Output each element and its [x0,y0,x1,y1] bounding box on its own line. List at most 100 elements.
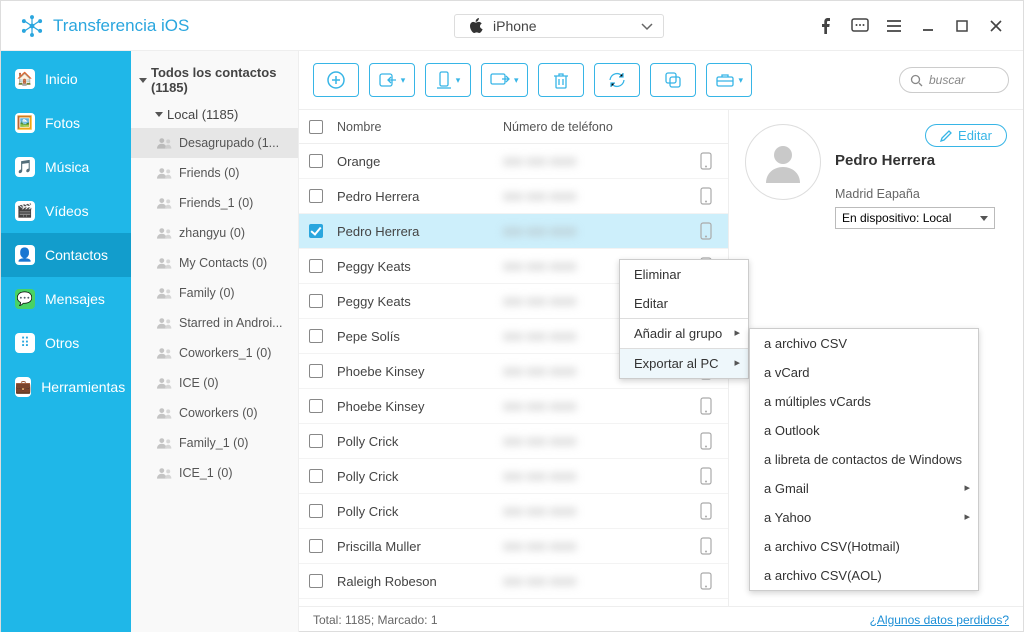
table-row[interactable]: Raleigh Robeson000 000 0000 [299,564,728,599]
search-placeholder: buscar [929,73,965,87]
group-item[interactable]: Starred in Androi... [131,308,298,338]
pencil-icon [940,130,952,142]
device-icon [700,432,728,450]
row-checkbox[interactable] [309,224,323,238]
feedback-icon[interactable] [851,17,869,35]
export-submenu[interactable]: a archivo CSVa vCarda múltiples vCardsa … [749,328,979,591]
row-checkbox[interactable] [309,294,323,308]
submenu-item[interactable]: a archivo CSV [750,329,978,358]
row-checkbox[interactable] [309,364,323,378]
submenu-item[interactable]: a Outlook [750,416,978,445]
group-item[interactable]: Coworkers_1 (0) [131,338,298,368]
group-item[interactable]: Desagrupado (1... [131,128,298,158]
menu-item[interactable]: Editar [620,289,748,318]
table-row[interactable]: Orange000 000 0000 [299,144,728,179]
device-icon [700,467,728,485]
group-label: Friends (0) [179,166,239,180]
submenu-item[interactable]: a libreta de contactos de Windows [750,445,978,474]
row-phone: 000 000 0000 [503,575,576,589]
group-label: Family (0) [179,286,235,300]
groups-local[interactable]: Local (1185) [131,101,298,128]
group-label: Starred in Androi... [179,316,283,330]
row-phone: 000 000 0000 [503,540,576,554]
col-name[interactable]: Nombre [333,120,503,134]
sidebar-item-home[interactable]: 🏠Inicio [1,57,131,101]
missing-data-link[interactable]: ¿Algunos datos perdidos? [870,613,1009,627]
nav-label: Vídeos [45,203,89,219]
col-phone[interactable]: Número de teléfono [503,120,728,134]
group-item[interactable]: ICE (0) [131,368,298,398]
group-item[interactable]: Coworkers (0) [131,398,298,428]
row-checkbox[interactable] [309,539,323,553]
select-all-checkbox[interactable] [309,120,323,134]
row-checkbox[interactable] [309,399,323,413]
storage-select[interactable]: En dispositivo: Local [835,207,995,229]
table-row[interactable]: Phoebe Kinsey000 000 0000 [299,389,728,424]
group-item[interactable]: Friends_1 (0) [131,188,298,218]
table-row[interactable]: Polly Crick000 000 0000 [299,424,728,459]
export-device-button[interactable]: ▾ [425,63,471,97]
device-icon [700,572,728,590]
search-input[interactable]: buscar [899,67,1009,93]
contact-location: Madrid Eapaña [835,187,1007,201]
sidebar-item-others[interactable]: ⠿Otros [1,321,131,365]
groups-header[interactable]: Todos los contactos (1185) [131,59,298,101]
edit-button[interactable]: Editar [925,124,1007,147]
sidebar-item-messages[interactable]: 💬Mensajes [1,277,131,321]
add-button[interactable] [313,63,359,97]
group-item[interactable]: My Contacts (0) [131,248,298,278]
context-menu[interactable]: EliminarEditarAñadir al grupoExportar al… [619,259,749,379]
table-row[interactable]: Pedro Herrera000 000 0000 [299,214,728,249]
row-checkbox[interactable] [309,154,323,168]
table-row[interactable]: Polly Crick000 000 0000 [299,494,728,529]
group-item[interactable]: Family (0) [131,278,298,308]
row-name: Polly Crick [333,504,503,519]
row-name: Peggy Keats [333,259,503,274]
row-name: Phoebe Kinsey [333,364,503,379]
dedupe-button[interactable] [650,63,696,97]
row-checkbox[interactable] [309,504,323,518]
delete-button[interactable] [538,63,584,97]
toolbox-button[interactable]: ▾ [706,63,753,97]
maximize-button[interactable] [953,17,971,35]
sidebar-item-contacts[interactable]: 👤Contactos [1,233,131,277]
row-checkbox[interactable] [309,329,323,343]
table-row[interactable]: Polly Crick000 000 0000 [299,459,728,494]
submenu-item[interactable]: a archivo CSV(AOL) [750,561,978,590]
group-item[interactable]: zhangyu (0) [131,218,298,248]
group-item[interactable]: ICE_1 (0) [131,458,298,488]
table-row[interactable]: Pedro Herrera000 000 0000 [299,179,728,214]
menu-icon[interactable] [885,17,903,35]
submenu-item[interactable]: a Yahoo [750,503,978,532]
sidebar-item-tools[interactable]: 💼Herramientas [1,365,131,409]
refresh-button[interactable] [594,63,640,97]
import-button[interactable]: ▾ [369,63,415,97]
row-name: Peggy Keats [333,294,503,309]
submenu-item[interactable]: a archivo CSV(Hotmail) [750,532,978,561]
menu-item[interactable]: Eliminar [620,260,748,289]
menu-item[interactable]: Exportar al PC [620,348,748,378]
sidebar-item-videos[interactable]: 🎬Vídeos [1,189,131,233]
sidebar-item-music[interactable]: 🎵Música [1,145,131,189]
avatar [745,124,821,200]
row-checkbox[interactable] [309,189,323,203]
row-checkbox[interactable] [309,574,323,588]
sidebar-item-photos[interactable]: 🖼️Fotos [1,101,131,145]
row-name: Phoebe Kinsey [333,399,503,414]
sidebar: 🏠Inicio🖼️Fotos🎵Música🎬Vídeos👤Contactos💬M… [1,51,131,632]
submenu-item[interactable]: a Gmail [750,474,978,503]
submenu-item[interactable]: a vCard [750,358,978,387]
facebook-icon[interactable] [817,17,835,35]
group-item[interactable]: Friends (0) [131,158,298,188]
row-checkbox[interactable] [309,259,323,273]
row-checkbox[interactable] [309,469,323,483]
table-row[interactable]: Priscilla Muller000 000 0000 [299,529,728,564]
group-item[interactable]: Family_1 (0) [131,428,298,458]
minimize-button[interactable] [919,17,937,35]
row-checkbox[interactable] [309,434,323,448]
device-selector[interactable]: iPhone [301,14,817,38]
menu-item[interactable]: Añadir al grupo [620,318,748,348]
submenu-item[interactable]: a múltiples vCards [750,387,978,416]
close-button[interactable] [987,17,1005,35]
export-pc-button[interactable]: ▾ [481,63,528,97]
